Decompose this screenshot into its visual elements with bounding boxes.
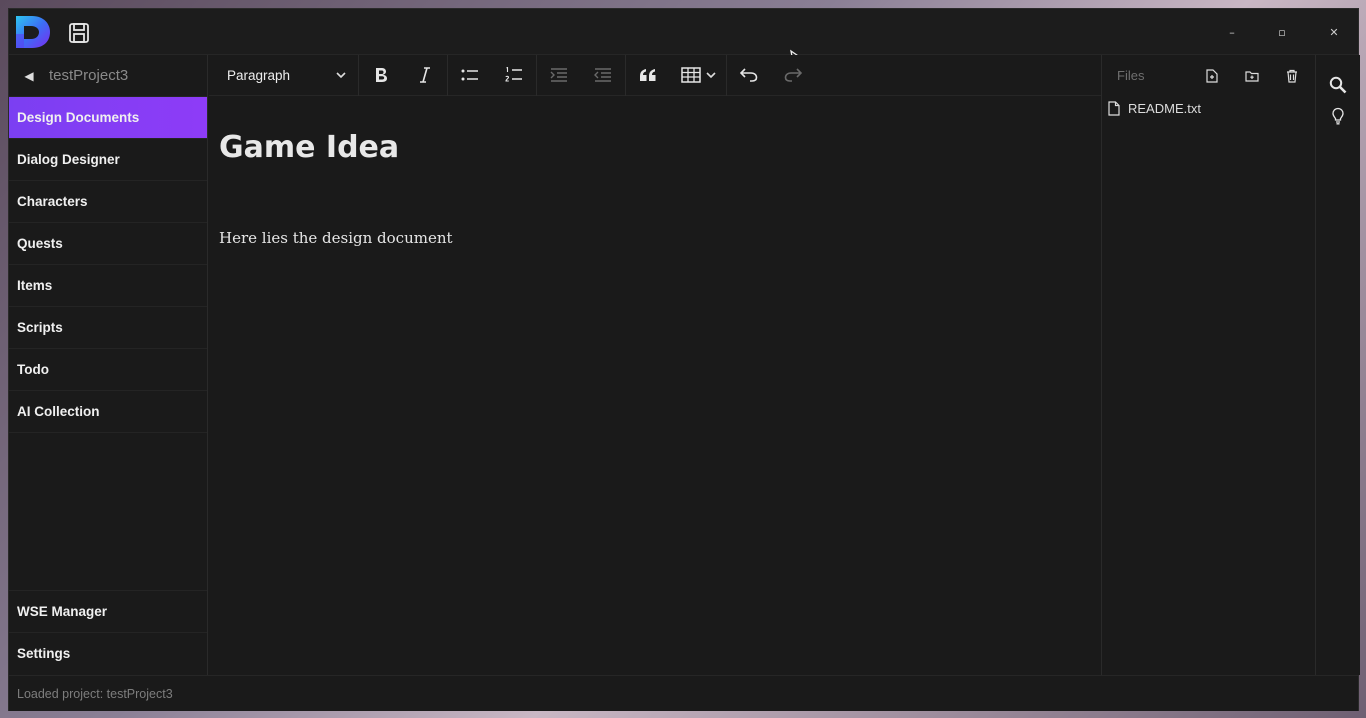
- maximize-button[interactable]: ▫: [1272, 23, 1292, 43]
- new-file-icon[interactable]: [1205, 69, 1219, 83]
- sidebar: ◀ testProject3 Design Documents Dialog D…: [9, 55, 208, 675]
- sidebar-item-ai-collection[interactable]: AI Collection: [9, 391, 207, 433]
- undo-icon: [740, 68, 758, 82]
- file-icon: [1108, 100, 1120, 116]
- sidebar-item-items[interactable]: Items: [9, 265, 207, 307]
- numbered-list-button[interactable]: [492, 55, 536, 96]
- block-format-value: Paragraph: [227, 67, 291, 83]
- right-tool-rail: [1315, 55, 1360, 675]
- lightbulb-icon[interactable]: [1329, 107, 1347, 125]
- project-name: testProject3: [49, 67, 129, 84]
- editor-toolbar: Paragraph: [209, 54, 1101, 96]
- chevron-down-icon: [336, 72, 346, 79]
- search-icon[interactable]: [1329, 76, 1347, 94]
- italic-icon: [420, 67, 430, 83]
- document-editor[interactable]: Game Idea Here lies the design document: [209, 97, 1101, 675]
- delete-icon[interactable]: [1285, 69, 1299, 83]
- title-bar: – ▫ ✕: [9, 9, 1358, 69]
- table-icon: [680, 67, 701, 83]
- table-button[interactable]: [670, 55, 726, 96]
- app-logo-icon: [16, 16, 50, 48]
- redo-icon: [784, 68, 802, 82]
- sidebar-item-todo[interactable]: Todo: [9, 349, 207, 391]
- numbered-list-icon: [505, 67, 522, 82]
- back-arrow-icon[interactable]: ◀: [9, 69, 49, 83]
- sidebar-item-quests[interactable]: Quests: [9, 223, 207, 265]
- sidebar-item-characters[interactable]: Characters: [9, 181, 207, 223]
- indent-icon: [594, 68, 611, 82]
- status-text: Loaded project: testProject3: [17, 686, 173, 701]
- project-header: ◀ testProject3: [9, 55, 207, 97]
- files-panel: Files README.txt: [1101, 55, 1315, 675]
- sidebar-item-settings[interactable]: Settings: [9, 633, 207, 675]
- minimize-button[interactable]: –: [1222, 23, 1242, 43]
- redo-button[interactable]: [771, 55, 815, 96]
- document-heading: Game Idea: [219, 130, 400, 165]
- app-window: – ▫ ✕ ◀ testProject3 Design Documents Di…: [8, 8, 1360, 711]
- bulleted-list-icon: [461, 69, 478, 81]
- save-icon[interactable]: [67, 21, 91, 45]
- outdent-icon: [550, 68, 567, 82]
- new-folder-icon[interactable]: [1245, 69, 1259, 83]
- sidebar-item-wse-manager[interactable]: WSE Manager: [9, 591, 207, 633]
- files-search-placeholder[interactable]: Files: [1117, 68, 1144, 83]
- undo-button[interactable]: [727, 55, 771, 96]
- document-paragraph: Here lies the design document: [219, 229, 453, 247]
- close-button[interactable]: ✕: [1324, 23, 1344, 43]
- sidebar-item-design-documents[interactable]: Design Documents: [9, 97, 207, 139]
- files-header: Files: [1102, 55, 1315, 96]
- sidebar-item-scripts[interactable]: Scripts: [9, 307, 207, 349]
- sidebar-bottom: WSE Manager Settings: [9, 590, 207, 675]
- blockquote-button[interactable]: [626, 55, 670, 96]
- indent-button[interactable]: [581, 55, 625, 96]
- italic-button[interactable]: [403, 55, 447, 96]
- block-format-dropdown[interactable]: Paragraph: [209, 54, 359, 96]
- file-name: README.txt: [1128, 100, 1201, 116]
- sidebar-item-dialog-designer[interactable]: Dialog Designer: [9, 139, 207, 181]
- file-item[interactable]: README.txt: [1102, 96, 1315, 120]
- outdent-button[interactable]: [537, 55, 581, 96]
- bold-button[interactable]: [359, 55, 403, 96]
- status-bar: Loaded project: testProject3: [9, 675, 1358, 711]
- chevron-down-icon: [705, 72, 716, 79]
- bulleted-list-button[interactable]: [448, 55, 492, 96]
- blockquote-icon: [640, 69, 656, 81]
- bold-icon: [376, 68, 387, 82]
